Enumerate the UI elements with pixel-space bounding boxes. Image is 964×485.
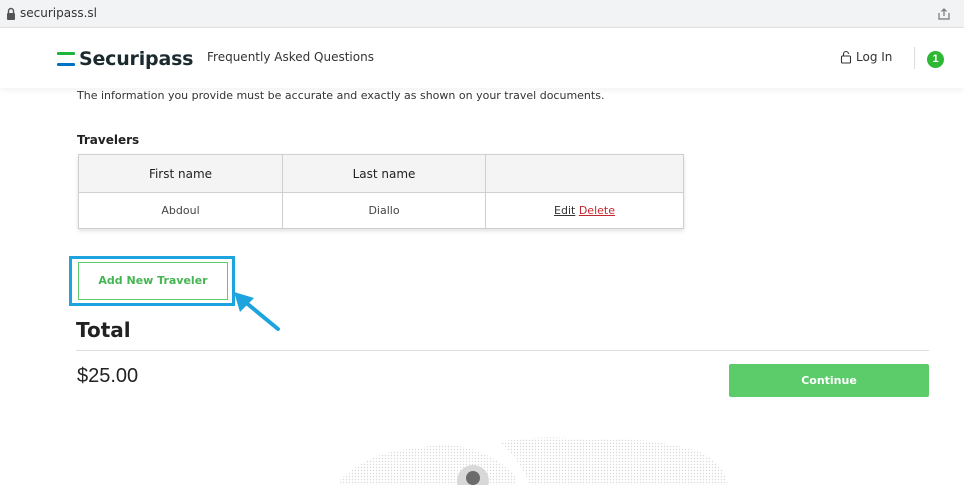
travelers-heading: Travelers (77, 133, 140, 147)
cart-count-badge[interactable]: 1 (927, 51, 944, 68)
lock-icon (7, 7, 15, 20)
brand-logo[interactable]: Securipass (57, 48, 193, 70)
table-header-row: First name Last name (78, 154, 684, 193)
total-divider (76, 350, 929, 351)
world-map-decoration (340, 437, 728, 485)
login-link[interactable]: Log In (840, 50, 892, 64)
travelers-table: First name Last name Abdoul Diallo Edit … (78, 154, 684, 229)
nav-faq-link[interactable]: Frequently Asked Questions (207, 50, 374, 64)
add-new-traveler-button[interactable]: Add New Traveler (78, 262, 228, 300)
browser-address-bar: securipass.sl (0, 0, 964, 28)
delete-traveler-link[interactable]: Delete (579, 204, 615, 217)
browser-url[interactable]: securipass.sl (20, 6, 97, 20)
column-last-name: Last name (282, 154, 486, 193)
edit-traveler-link[interactable]: Edit (554, 204, 575, 217)
arrow-annotation-icon (234, 292, 280, 331)
lock-outline-icon (840, 50, 852, 64)
column-first-name: First name (78, 154, 283, 193)
login-label: Log In (856, 50, 893, 64)
accuracy-notice: The information you provide must be accu… (77, 89, 605, 102)
share-icon[interactable] (936, 6, 952, 22)
table-row: Abdoul Diallo Edit Delete (78, 192, 684, 229)
total-amount: $25.00 (77, 365, 139, 387)
site-header: Securipass Frequently Asked Questions Lo… (0, 28, 964, 88)
cell-last-name: Diallo (282, 192, 486, 229)
cell-first-name: Abdoul (78, 192, 283, 229)
flag-logo-icon (57, 52, 75, 66)
total-heading: Total (76, 318, 131, 342)
brand-name: Securipass (79, 48, 194, 70)
column-actions (485, 154, 684, 193)
cell-actions: Edit Delete (485, 192, 684, 229)
header-divider (914, 47, 915, 69)
continue-button[interactable]: Continue (729, 364, 929, 397)
